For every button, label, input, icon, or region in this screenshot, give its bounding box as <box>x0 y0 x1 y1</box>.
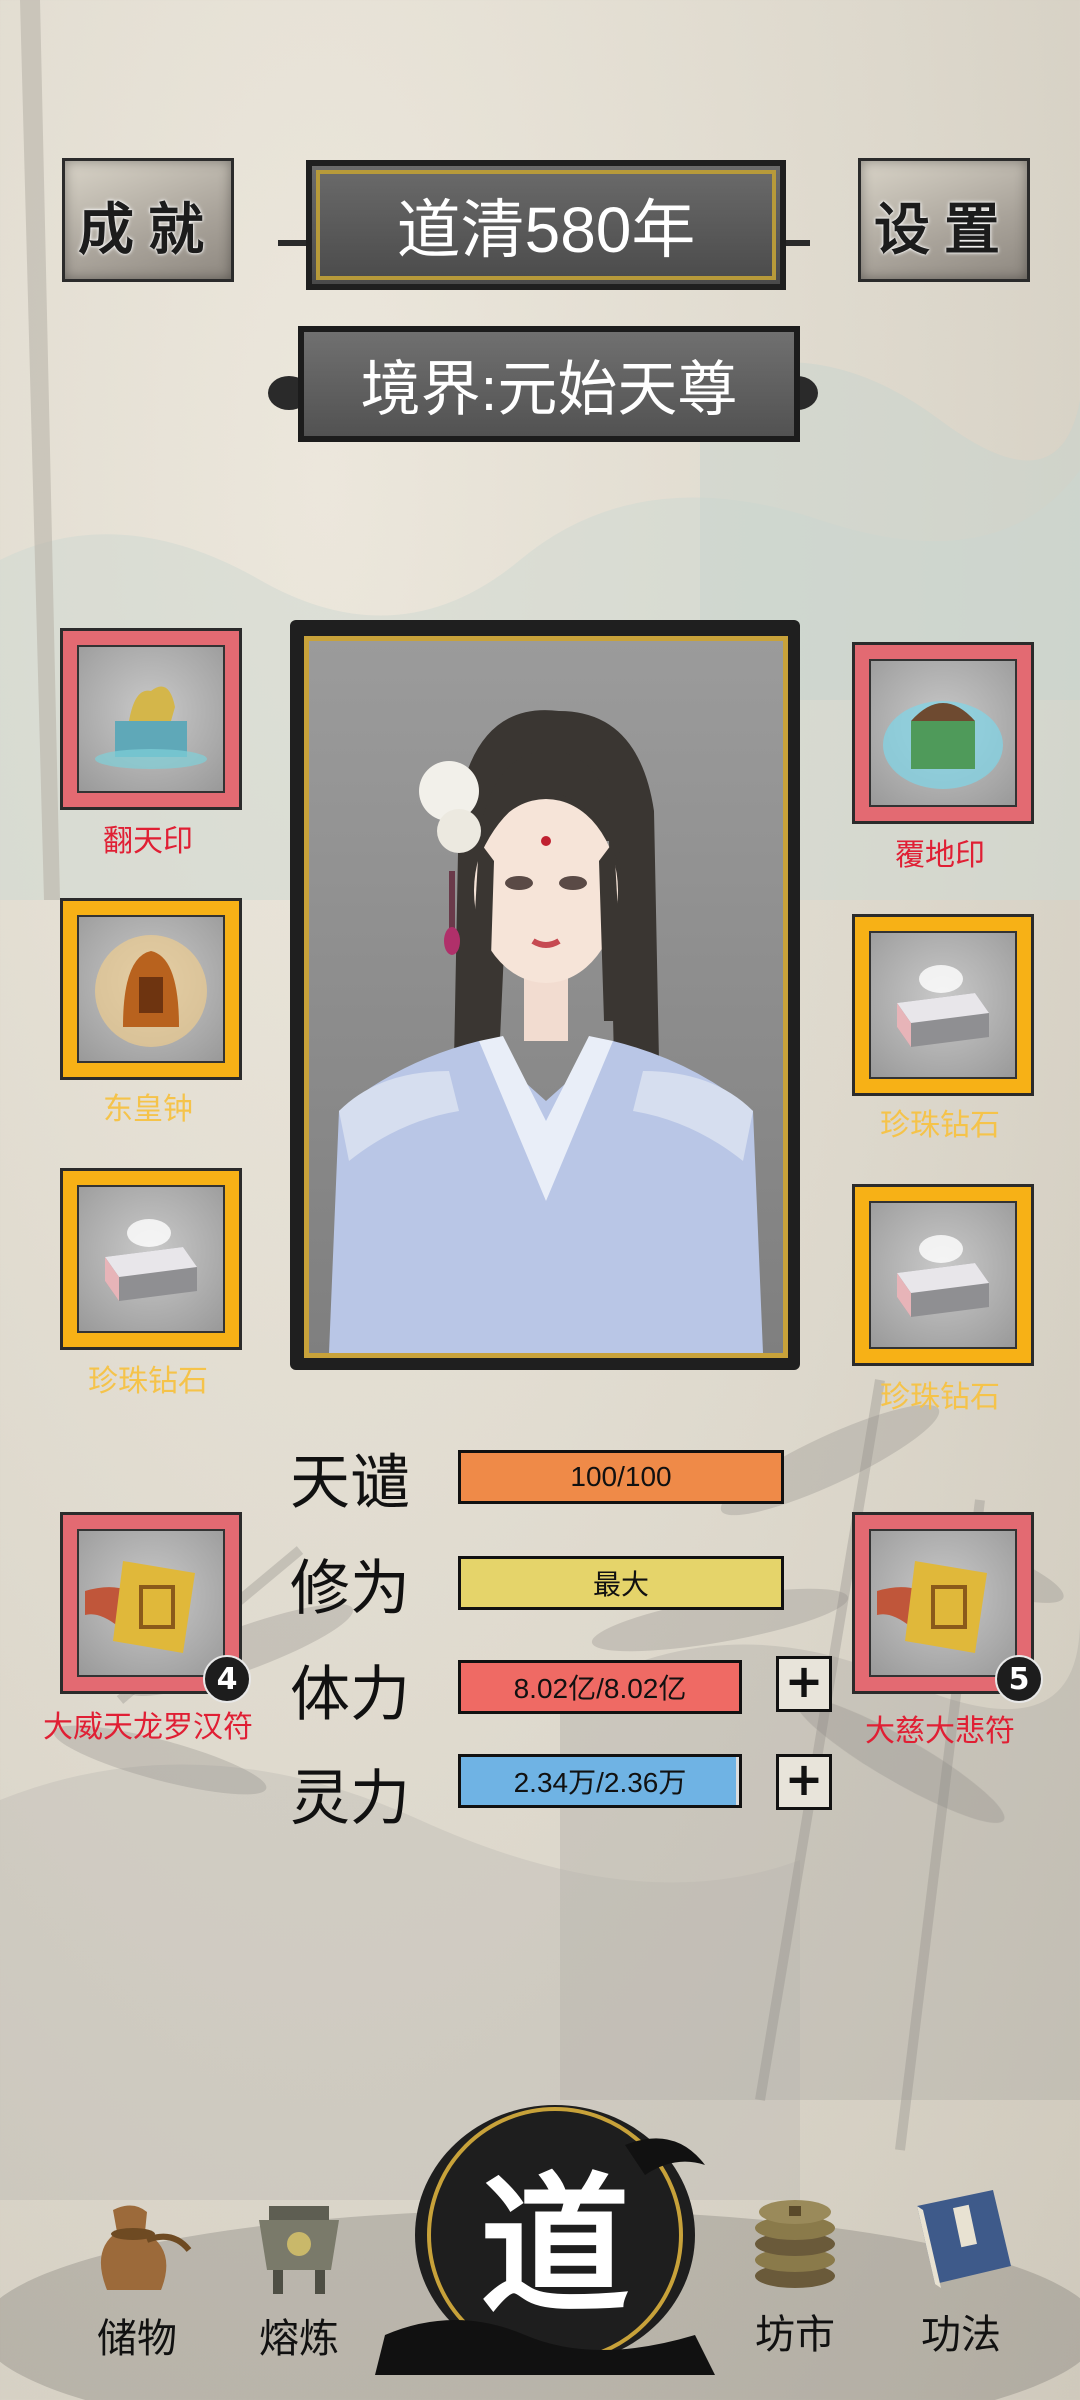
character-portrait-art <box>309 641 783 1353</box>
character-portrait-frame[interactable] <box>290 620 800 1370</box>
talisman-slot-left[interactable]: 4 <box>60 1512 251 1703</box>
equipment-name-left-3: 珍珠钻石 <box>88 1365 208 1398</box>
dragon-seal-icon <box>95 686 207 769</box>
stat-value: 2.34万/2.36万 <box>513 1767 687 1798</box>
equipment-slot-right-3[interactable] <box>852 1184 1034 1366</box>
stat-name-heavenly-punishment: 天谴 <box>290 1448 410 1518</box>
achievement-label: 成就 <box>78 197 218 263</box>
earth-seal-icon <box>883 701 1003 789</box>
scroll-icon <box>85 1561 195 1653</box>
realm-text: 境界:元始天尊 <box>360 355 738 423</box>
pearl-diamond-icon <box>869 1201 1017 1349</box>
achievement-button[interactable]: 成就 <box>62 158 234 282</box>
stat-name-cultivation: 修为 <box>290 1554 410 1624</box>
coin-stack-art <box>755 2200 835 2288</box>
nav-storage[interactable]: 储物 <box>62 2180 212 2364</box>
equipment-name-left-1: 翻天印 <box>103 825 193 858</box>
spirit-plus-button[interactable]: + <box>776 1754 832 1810</box>
diamond-block-icon <box>897 965 989 1047</box>
fudi-seal-icon <box>869 659 1017 807</box>
talisman-slot-right[interactable]: 5 <box>852 1512 1043 1703</box>
stat-value: 8.02亿/8.02亿 <box>513 1673 687 1704</box>
equipment-name-right-3: 珍珠钻石 <box>880 1381 1000 1414</box>
stat-bar-cultivation: 最大 <box>458 1556 784 1610</box>
stat-name-stamina: 体力 <box>290 1660 410 1730</box>
character-portrait <box>304 636 788 1358</box>
equipment-slot-left-1[interactable] <box>60 628 242 810</box>
stat-name-spirit: 灵力 <box>290 1764 410 1834</box>
stat-value: 100/100 <box>570 1461 672 1492</box>
nav-market[interactable]: 坊市 <box>720 2176 870 2360</box>
equipment-name-left-2: 东皇钟 <box>103 1093 193 1126</box>
talisman-scroll-icon <box>869 1529 1017 1677</box>
nav-dao-label: 道 <box>479 2158 630 2334</box>
bell-icon <box>95 935 207 1047</box>
stat-bar-heavenly-punishment: 100/100 <box>458 1450 784 1504</box>
cauldron-icon <box>239 2180 359 2300</box>
pearl-diamond-icon <box>869 931 1017 1079</box>
realm-plate: 境界:元始天尊 <box>298 326 800 442</box>
nav-market-label: 坊市 <box>755 2312 835 2358</box>
talisman-name-right: 大慈大悲符 <box>865 1715 1015 1748</box>
nav-storage-label: 储物 <box>97 2316 177 2362</box>
equipment-slot-right-2[interactable] <box>852 914 1034 1096</box>
storage-bag-art <box>100 2205 192 2290</box>
talisman-scroll-icon <box>77 1529 225 1677</box>
settings-button[interactable]: 设置 <box>858 158 1030 282</box>
equipment-slot-left-3[interactable] <box>60 1168 242 1350</box>
cauldron-art <box>259 2206 339 2294</box>
pearl-diamond-icon <box>77 1185 225 1333</box>
era-title: 道清580年 <box>396 194 696 266</box>
stat-value: 最大 <box>592 1569 649 1600</box>
stamina-plus-button[interactable]: + <box>776 1656 832 1712</box>
nav-smelting[interactable]: 熔炼 <box>224 2180 374 2364</box>
equipment-slot-right-1[interactable] <box>852 642 1034 824</box>
manual-book-art <box>917 2190 1011 2288</box>
equipment-name-right-1: 覆地印 <box>895 839 985 872</box>
talisman-count-badge-left: 4 <box>203 1655 251 1703</box>
talisman-name-left: 大威天龙罗汉符 <box>43 1711 253 1744</box>
diamond-block-icon <box>105 1219 197 1301</box>
book-icon <box>901 2176 1021 2296</box>
equipment-name-right-2: 珍珠钻石 <box>880 1109 1000 1142</box>
nav-skills[interactable]: 功法 <box>886 2176 1036 2360</box>
settings-label: 设置 <box>874 197 1014 263</box>
talisman-count-badge-right: 5 <box>995 1655 1043 1703</box>
nav-skills-label: 功法 <box>921 2312 1001 2358</box>
donghuang-bell-icon <box>77 915 225 1063</box>
diamond-block-icon <box>897 1235 989 1317</box>
nav-smelting-label: 熔炼 <box>259 2316 339 2362</box>
scroll-icon <box>877 1561 987 1653</box>
stat-bar-spirit: 2.34万/2.36万 <box>458 1754 742 1808</box>
stat-bar-stamina: 8.02亿/8.02亿 <box>458 1660 742 1714</box>
fantian-seal-icon <box>77 645 225 793</box>
nav-dao-button[interactable]: 道 <box>375 2085 735 2385</box>
equipment-slot-left-2[interactable] <box>60 898 242 1080</box>
pouch-icon <box>77 2180 197 2300</box>
era-title-plate: 道清580年 <box>306 160 786 290</box>
coins-icon <box>735 2176 855 2296</box>
